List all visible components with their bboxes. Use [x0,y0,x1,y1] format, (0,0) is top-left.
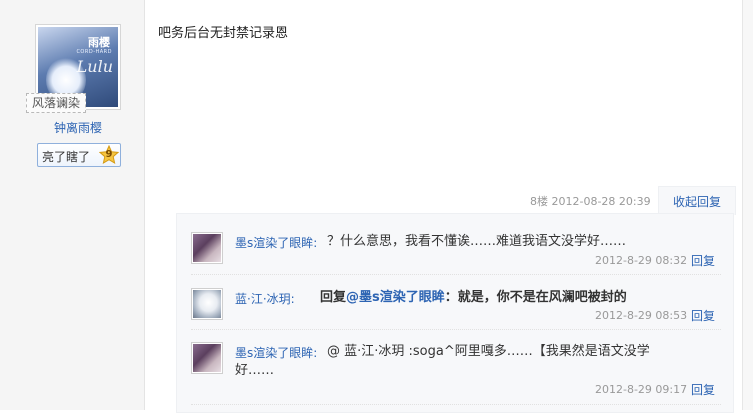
floor-info: 8楼 2012-08-28 20:39 [530,195,651,208]
comment-reply-link[interactable]: 回复 [691,307,715,324]
comment-avatar[interactable] [191,232,223,264]
comment-reply-link[interactable]: 回复 [691,381,715,398]
comment-divider [191,329,721,330]
comment-divider [191,274,721,275]
comment-time: 2012-8-29 08:53 [595,309,688,322]
avatar-tag[interactable]: 风落谰染 [26,93,87,113]
comment-text: 回复@墨s渲染了眼眸：就是，你不是在风澜吧被封的 [320,288,720,307]
comment-text-line: 好…… [235,363,275,378]
comment-divider [191,404,721,405]
comment-username[interactable]: 墨s渲染了眼眸: [235,234,317,251]
star-level-icon: 9 [98,144,120,165]
star-level-number: 9 [105,149,113,160]
author-username[interactable]: 钟离雨樱 [0,119,156,136]
post-content: 吧务后台无封禁记录恩 [158,26,289,41]
comment-text-line: @ 蓝·江·冰玥 :soga^阿里嘎多……【我果然是语文没学 [327,344,650,359]
avatar-art-script: Lulu [76,57,113,76]
lit-badge[interactable]: 亮了瞎了 9 [37,143,121,167]
avatar-art-title: 雨樱 [88,36,110,49]
comment-text-prefix: 回复 [320,290,347,305]
comment-text: ？什么意思，我看不懂诶……难道我语文没学好…… [327,234,627,249]
comment-avatar[interactable] [191,342,223,374]
comment-text-suffix: ：就是，你不是在风澜吧被封的 [444,290,627,305]
right-border [742,0,753,410]
comment-reply-link[interactable]: 回复 [691,252,715,269]
comment-panel: 墨s渲染了眼眸: ？什么意思，我看不懂诶……难道我语文没学好…… 2012-8-… [176,213,734,413]
comment-username[interactable]: 墨s渲染了眼眸: [235,344,317,361]
comment-avatar[interactable] [191,288,223,320]
comment-username[interactable]: 蓝·江·冰玥: [235,290,295,307]
lit-badge-label: 亮了瞎了 [42,150,91,164]
avatar-art-subtitle: CORD-HARD [76,49,112,55]
comment-time: 2012-8-29 09:17 [595,383,688,396]
comment-time: 2012-8-29 08:32 [595,254,688,267]
collapse-replies-button[interactable]: 收起回复 [658,186,736,215]
comment-mention[interactable]: @墨s渲染了眼眸 [346,290,445,305]
